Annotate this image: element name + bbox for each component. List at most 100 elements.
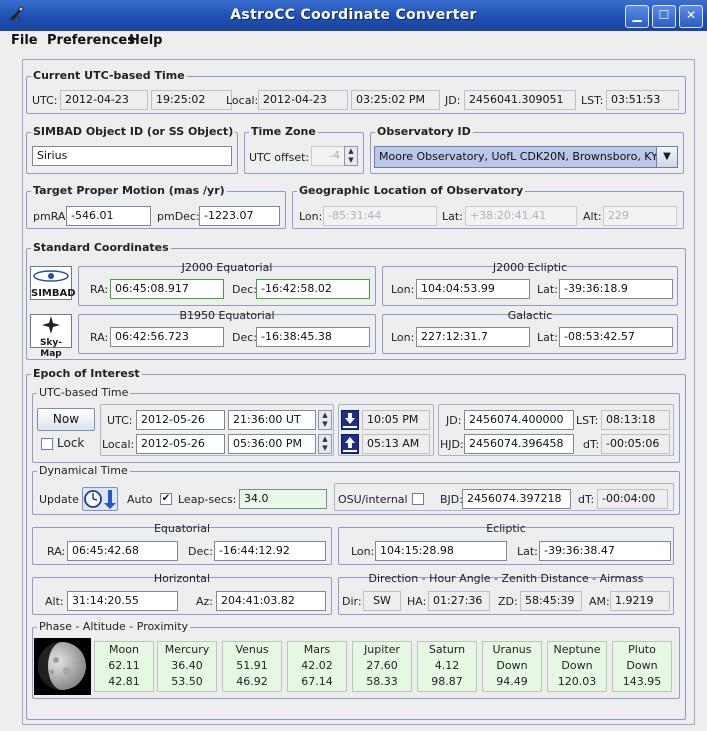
galactic-lon-input[interactable]: 227:12:31.7 [416, 327, 530, 347]
osu-internal-checkbox[interactable] [412, 493, 424, 505]
now-button[interactable]: Now [37, 408, 95, 431]
direction-title: Direction - Hour Angle - Zenith Distance… [368, 572, 644, 585]
rise-button[interactable] [341, 434, 359, 454]
menu-file[interactable]: File [11, 33, 38, 48]
leap-secs-input[interactable]: 34.0 [239, 489, 327, 509]
epoch-dec-label: Dec: [188, 545, 213, 558]
b1950-ra-input[interactable]: 06:42:56.723 [110, 327, 224, 347]
update-button[interactable] [82, 487, 118, 511]
auto-checkbox[interactable]: ✔ [160, 493, 172, 505]
planet-card: Pluto Down 143.95 [612, 641, 672, 692]
planet-name: Pluto [628, 643, 656, 656]
epoch-utc-time-spinner[interactable]: ▲ ▼ [318, 410, 332, 430]
chevron-down-icon: ▼ [348, 156, 354, 164]
close-button[interactable]: ✕ [679, 5, 703, 28]
epoch-ecl-lat-input[interactable]: -39:36:38.47 [539, 541, 671, 561]
planet-proximity: 98.87 [431, 675, 463, 688]
set-time-field[interactable]: 10:05 PM [362, 410, 430, 430]
epoch-local-time-input[interactable]: 05:36:00 PM [228, 434, 316, 454]
pmdec-label: pmDec: [157, 210, 200, 223]
alt-input[interactable]: 31:14:20.55 [67, 591, 178, 611]
pmra-input[interactable]: -546.01 [66, 206, 151, 226]
b1950-equatorial-title: B1950 Equatorial [179, 309, 275, 322]
dynamical-time-legend: Dynamical Time [37, 464, 130, 477]
epoch-ecl-lat-label: Lat: [517, 545, 538, 558]
epoch-utc-date-input[interactable]: 2012-05-26 [136, 410, 225, 430]
arrow-up-icon [343, 437, 357, 452]
galactic-lat-label: Lat: [537, 331, 558, 344]
epoch-local-date-input[interactable]: 2012-05-26 [136, 434, 225, 454]
utc-time-field[interactable]: 19:25:02 [151, 90, 232, 110]
epoch-utc-time-input[interactable]: 21:36:00 UT [228, 410, 316, 430]
j2000-ra-label: RA: [90, 283, 109, 296]
pmdec-input[interactable]: -1223.07 [199, 206, 280, 226]
epoch-jd-input[interactable]: 2456074.400000 [464, 410, 574, 430]
epoch-ecl-lon-label: Lon: [351, 545, 375, 558]
az-input[interactable]: 204:41:03.82 [216, 591, 326, 611]
lock-checkbox[interactable] [41, 438, 53, 450]
geo-alt-field[interactable]: 229 [603, 206, 677, 226]
utc-date-field[interactable]: 2012-04-23 [60, 90, 148, 110]
epoch-lst-label: LST: [576, 414, 599, 427]
ha-field[interactable]: 01:27:36 [428, 591, 490, 611]
dir-field[interactable]: SW [363, 591, 401, 611]
chevron-down-icon: ▼ [663, 151, 671, 162]
epoch-ra-input[interactable]: 06:45:42.68 [67, 541, 178, 561]
epoch-local-time-spinner[interactable]: ▲ ▼ [318, 434, 332, 454]
az-label: Az: [196, 595, 214, 608]
alt-label: Alt: [45, 595, 64, 608]
epoch-lst-field[interactable]: 08:13:18 [601, 410, 670, 430]
utc-offset-label: UTC offset: [249, 151, 310, 164]
jd-label: JD: [445, 94, 461, 107]
lst-field[interactable]: 03:51:53 [606, 90, 679, 110]
local-time-field[interactable]: 03:25:02 PM [351, 90, 440, 110]
galactic-lat-input[interactable]: -08:53:42.57 [559, 327, 673, 347]
maximize-button[interactable]: ☐ [652, 5, 676, 28]
simbad-logo-icon [33, 270, 69, 282]
bjd-label: BJD: [440, 493, 463, 506]
window-title: AstroCC Coordinate Converter [230, 7, 477, 23]
epoch-jd-label: JD: [446, 414, 462, 427]
j2000-ecl-lat-input[interactable]: -39:36:18.9 [559, 279, 673, 299]
epoch-dt-field[interactable]: -00:05:06 [601, 434, 670, 454]
epoch-ecl-lon-input[interactable]: 104:15:28.98 [375, 541, 507, 561]
j2000-ecliptic-title: J2000 Ecliptic [492, 261, 568, 274]
b1950-ra-label: RA: [90, 331, 109, 344]
set-button[interactable] [341, 410, 359, 430]
j2000-ecl-lon-input[interactable]: 104:04:53.99 [416, 279, 530, 299]
simbad-object-input[interactable]: Sirius [32, 146, 232, 166]
jd-field[interactable]: 2456041.309051 [464, 90, 576, 110]
planet-altitude: 4.12 [434, 659, 460, 672]
menu-preferences[interactable]: Preferences [47, 33, 135, 48]
am-field[interactable]: 1.9219 [610, 591, 670, 611]
lock-label: Lock [57, 436, 85, 450]
skymap-logo-button[interactable]: Sky-Map [30, 314, 72, 359]
utc-offset-field[interactable]: -4 [311, 146, 345, 166]
planet-name: Mercury [164, 643, 210, 656]
geo-lat-field[interactable]: +38:20:41.41 [465, 206, 577, 226]
j2000-ra-input[interactable]: 06:45:08.917 [110, 279, 224, 299]
zd-field[interactable]: 58:45:39 [520, 591, 582, 611]
geo-lon-field[interactable]: -85:31:44 [323, 206, 437, 226]
hjd-input[interactable]: 2456074.396458 [464, 434, 574, 454]
epoch-dec-input[interactable]: -16:44:12.92 [214, 541, 326, 561]
local-label: Local: [226, 94, 259, 107]
epoch-ra-label: RA: [47, 545, 66, 558]
minimize-button[interactable]: ▁ [625, 5, 649, 28]
utc-offset-spinner[interactable]: ▲ ▼ [344, 146, 358, 166]
observatory-select[interactable]: Moore Observatory, UofL CDK20N, Brownsbo… [374, 146, 678, 168]
menu-help[interactable]: Help [129, 33, 162, 48]
lst-label: LST: [581, 94, 604, 107]
local-date-field[interactable]: 2012-04-23 [258, 90, 348, 110]
b1950-dec-input[interactable]: -16:38:45.38 [256, 327, 370, 347]
simbad-logo-button[interactable]: SIMBAD [30, 266, 76, 300]
planet-altitude: 62.11 [108, 659, 140, 672]
j2000-dec-input[interactable]: -16:42:58.02 [256, 279, 370, 299]
rise-time-field[interactable]: 05:13 AM [362, 434, 430, 454]
title-bar[interactable]: AstroCC Coordinate Converter ▁ ☐ ✕ [0, 0, 707, 31]
moon-phase-image [34, 638, 91, 695]
bjd-input[interactable]: 2456074.397218 [462, 489, 571, 509]
dyn-dt-field[interactable]: -00:04:00 [597, 489, 668, 509]
phase-legend: Phase - Altitude - Proximity [37, 620, 191, 633]
observatory-dropdown-button[interactable]: ▼ [656, 147, 677, 167]
